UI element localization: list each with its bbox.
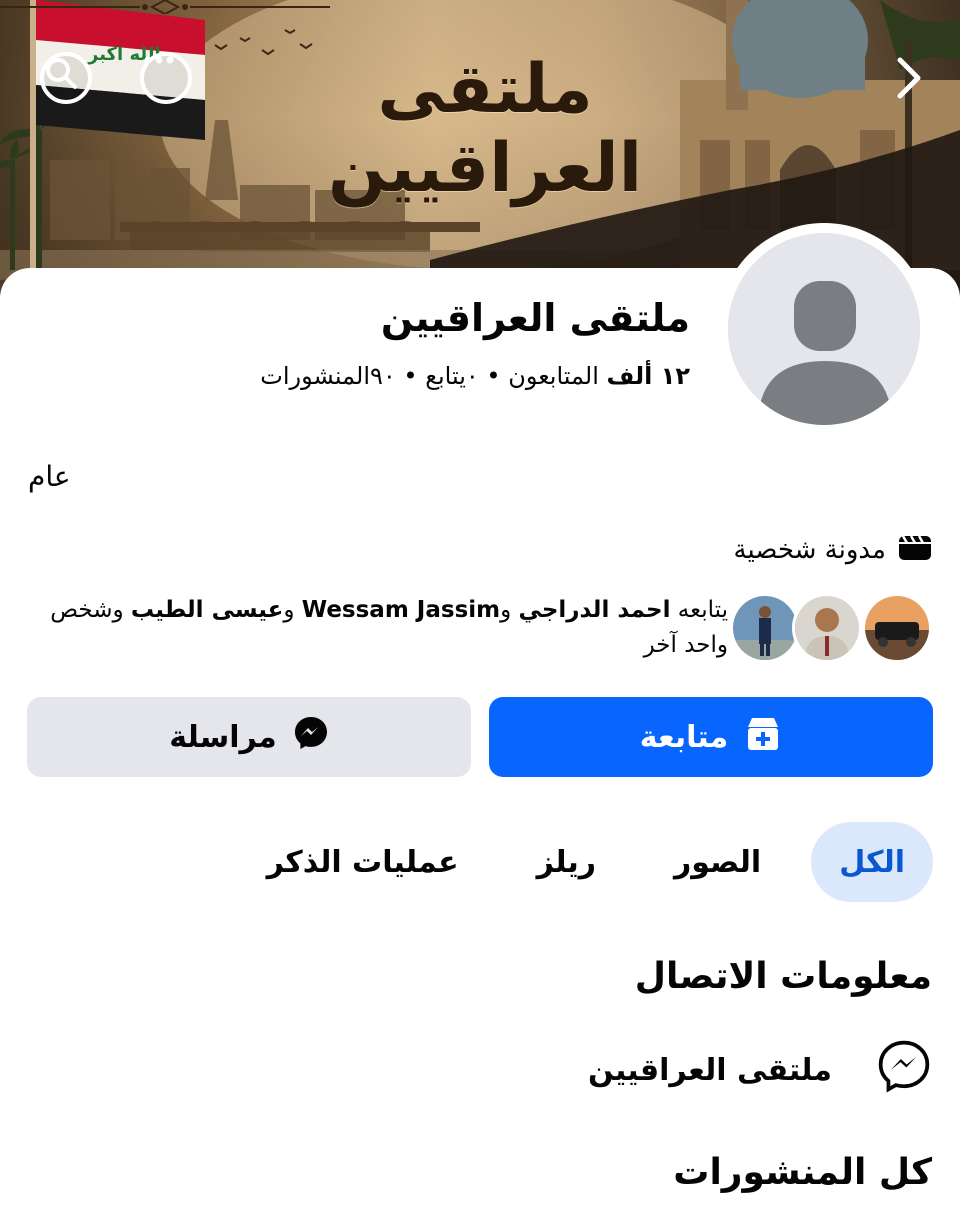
page-category: مدونة شخصية (734, 532, 932, 568)
message-button-label: مراسلة (169, 719, 277, 755)
mutual-followers[interactable]: يتابعه احمد الدراجي وWessam Jassim وعيسى… (28, 592, 932, 664)
posts-count: ٩٠المنشورات (260, 362, 396, 390)
page-stats[interactable]: ١٢ ألف المتابعون • ٠يتابع • ٩٠المنشورات (260, 362, 690, 390)
contact-info-title: معلومات الاتصال (634, 956, 932, 997)
page-name: ملتقى العراقيين (380, 296, 690, 340)
search-button[interactable] (40, 52, 92, 104)
follow-button[interactable]: متابعة (489, 697, 933, 777)
tab-photos[interactable]: الصور (646, 822, 789, 902)
back-button[interactable] (890, 54, 926, 102)
message-button[interactable]: مراسلة (27, 697, 471, 777)
follow-button-label: متابعة (639, 719, 729, 755)
tab-all[interactable]: الكل (811, 822, 933, 902)
mutual-avatars (730, 593, 932, 663)
mutual-followers-text: يتابعه احمد الدراجي وWessam Jassim وعيسى… (28, 593, 728, 663)
video-clapper-icon (898, 532, 932, 569)
followers-label: المتابعون • (478, 362, 607, 390)
mutual-prefix: يتابعه (670, 597, 728, 623)
mutual-name-2[interactable]: Wessam Jassim (302, 597, 500, 623)
mutual-name-3[interactable]: عيسى الطيب (131, 597, 283, 623)
followers-count: ١٢ ألف (606, 362, 690, 390)
tab-reels[interactable]: ريلز (509, 822, 624, 902)
cover-title: ملتقى العراقيين (327, 50, 643, 208)
more-options-button[interactable] (140, 52, 192, 104)
messenger-contact-name: ملتقى العراقيين (587, 1052, 832, 1088)
visibility-label: عام (28, 460, 71, 493)
mutual-and-2: و (283, 597, 302, 623)
content-tabs: الكل الصور ريلز عمليات الذكر (239, 822, 933, 902)
profile-avatar[interactable] (728, 233, 920, 425)
mutual-name-1[interactable]: احمد الدراجي (519, 597, 671, 623)
messenger-icon (293, 715, 329, 759)
mutual-avatar-car (862, 593, 932, 663)
cover-divider-ornament (0, 0, 330, 14)
category-label: مدونة شخصية (733, 535, 886, 565)
following-count: ٠يتابع • (395, 362, 479, 390)
follow-page-icon (744, 715, 782, 759)
mutual-and-1: و (500, 597, 519, 623)
mutual-avatar-standing (730, 593, 800, 663)
all-posts-title: كل المنشورات (673, 1152, 932, 1193)
default-avatar-icon (728, 233, 920, 425)
tab-mentions[interactable]: عمليات الذكر (239, 822, 487, 902)
messenger-icon (876, 1038, 932, 1102)
contact-messenger-row[interactable]: ملتقى العراقيين (588, 1038, 932, 1102)
mutual-avatar-man (792, 593, 862, 663)
